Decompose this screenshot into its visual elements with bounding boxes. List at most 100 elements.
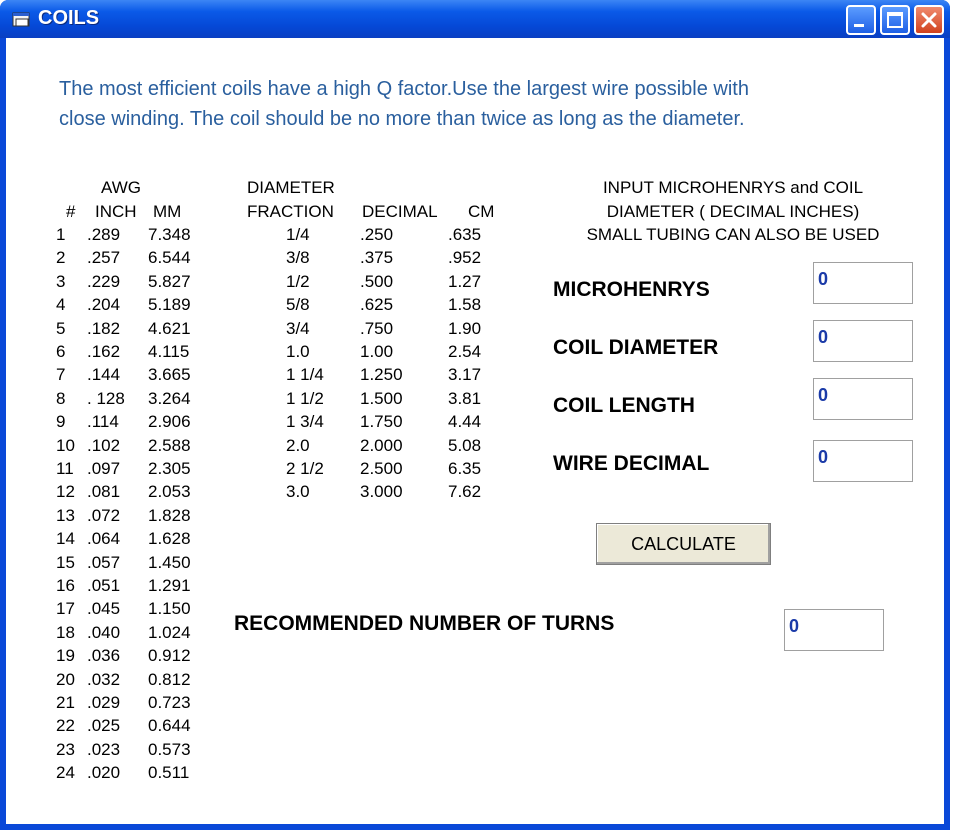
diameter-decimal: 1.500 — [360, 388, 403, 408]
awg-mm: 0.511 — [148, 763, 190, 783]
diameter-cm: 1.90 — [448, 318, 482, 338]
diameter-fraction: 2.0 — [286, 435, 310, 455]
instructions-line: DIAMETER ( DECIMAL INCHES) — [606, 202, 860, 221]
coil-length-label: COIL LENGTH — [553, 394, 695, 417]
microhenrys-input[interactable]: 0 — [813, 262, 913, 304]
awg-inch: .144 — [87, 365, 121, 385]
awg-header-number: # — [66, 202, 76, 221]
awg-inch: .045 — [87, 599, 121, 619]
result-label: RECOMMENDED NUMBER OF TURNS — [234, 612, 615, 635]
awg-inch: .182 — [87, 318, 121, 338]
coil-diameter-input[interactable]: 0 — [813, 320, 913, 362]
diameter-decimal: .500 — [360, 271, 394, 291]
awg-mm: 1.150 — [148, 599, 191, 619]
diameter-cm: 4.44 — [448, 412, 482, 432]
awg-inch: .072 — [87, 505, 121, 525]
awg-mm: 2.305 — [148, 459, 191, 478]
coil-diameter-label: COIL DIAMETER — [553, 336, 719, 359]
awg-number: 17 — [56, 599, 75, 619]
maximize-button[interactable] — [880, 5, 910, 35]
awg-inch: .102 — [87, 435, 121, 455]
diameter-cm: .952 — [448, 248, 482, 268]
diameter-decimal: 1.750 — [360, 412, 403, 432]
awg-number: 3 — [56, 271, 66, 291]
instructions-line: INPUT MICROHENRYS and COIL — [602, 178, 864, 197]
window-icon — [12, 12, 30, 27]
turns-output[interactable]: 0 — [784, 609, 884, 651]
awg-number: 11 — [56, 459, 74, 478]
awg-number: 20 — [56, 669, 75, 689]
instructions-line: SMALL TUBING CAN ALSO BE USED — [586, 225, 880, 244]
awg-inch: .162 — [87, 342, 121, 361]
awg-mm: 1.450 — [148, 552, 191, 572]
diameter-decimal: 2.500 — [360, 459, 403, 478]
awg-inch: .023 — [87, 739, 121, 759]
awg-number: 23 — [56, 739, 75, 759]
awg-number: 5 — [56, 318, 66, 338]
diameter-cm: .635 — [448, 225, 482, 244]
awg-number: 19 — [56, 646, 75, 666]
diameter-fraction: 2 1/2 — [286, 459, 324, 478]
awg-number: 7 — [56, 365, 66, 385]
coils-window: COILS The most efficient coils have a hi… — [0, 0, 950, 830]
awg-number: 8 — [56, 388, 66, 408]
awg-number: 21 — [56, 693, 75, 712]
awg-inch: .051 — [87, 576, 121, 595]
awg-inch: .204 — [87, 295, 121, 315]
calculate-button[interactable]: CALCULATE — [596, 523, 771, 565]
close-icon — [921, 12, 937, 28]
awg-mm: 2.588 — [148, 435, 191, 455]
awg-number: 16 — [56, 576, 75, 595]
close-button[interactable] — [914, 5, 944, 35]
awg-mm: 4.115 — [148, 342, 190, 361]
diameter-header-fraction: FRACTION — [247, 202, 334, 221]
diameter-cm: 1.27 — [448, 271, 482, 291]
diameter-fraction: 1 1/4 — [286, 365, 324, 385]
minimize-button[interactable] — [846, 5, 876, 35]
diameter-decimal: .750 — [360, 318, 394, 338]
diameter-decimal: .625 — [360, 295, 394, 315]
awg-inch: .229 — [87, 271, 121, 291]
awg-number: 9 — [56, 412, 66, 432]
awg-mm: 0.573 — [148, 739, 191, 759]
awg-mm: 2.906 — [148, 412, 191, 432]
awg-inch: .257 — [87, 248, 121, 268]
awg-mm: 2.053 — [148, 482, 191, 502]
diameter-fraction: 1/4 — [286, 225, 310, 244]
diameter-cm: 2.54 — [448, 342, 482, 361]
title-bar[interactable]: COILS — [0, 0, 950, 38]
diameter-fraction: 3/4 — [286, 318, 310, 338]
awg-mm: 7.348 — [148, 225, 191, 244]
awg-inch: .040 — [87, 622, 121, 642]
awg-inch: .081 — [87, 482, 121, 502]
awg-number: 6 — [56, 342, 66, 361]
awg-number: 10 — [56, 435, 75, 455]
awg-number: 2 — [56, 248, 66, 268]
awg-mm: 1.291 — [148, 576, 191, 595]
maximize-icon — [887, 12, 903, 28]
awg-inch: .032 — [87, 669, 121, 689]
diameter-cm: 3.17 — [448, 365, 482, 385]
awg-mm: 5.189 — [148, 295, 191, 315]
awg-number: 14 — [56, 529, 75, 549]
coil-length-input[interactable]: 0 — [813, 378, 913, 420]
diameter-fraction: 1/2 — [286, 271, 310, 291]
awg-inch: .097 — [87, 459, 121, 478]
diameter-title: DIAMETER — [247, 178, 335, 197]
diameter-decimal: 2.000 — [360, 435, 403, 455]
awg-inch: .020 — [87, 763, 121, 783]
awg-mm: 0.812 — [148, 669, 191, 689]
diameter-header-decimal: DECIMAL — [362, 202, 438, 221]
diameter-decimal: 1.250 — [360, 365, 403, 385]
diameter-fraction: 5/8 — [286, 295, 310, 315]
diameter-cm: 3.81 — [448, 388, 482, 408]
intro-text: The most efficient coils have a high Q f… — [59, 74, 919, 134]
awg-mm: 0.723 — [148, 693, 191, 712]
awg-mm: 5.827 — [148, 271, 191, 291]
awg-mm: 0.912 — [148, 646, 191, 666]
diameter-fraction: 1 1/2 — [286, 388, 324, 408]
intro-line: The most efficient coils have a high Q f… — [59, 78, 749, 100]
wire-decimal-input[interactable]: 0 — [813, 440, 913, 482]
awg-inch: .036 — [87, 646, 121, 666]
awg-number: 15 — [56, 552, 75, 572]
